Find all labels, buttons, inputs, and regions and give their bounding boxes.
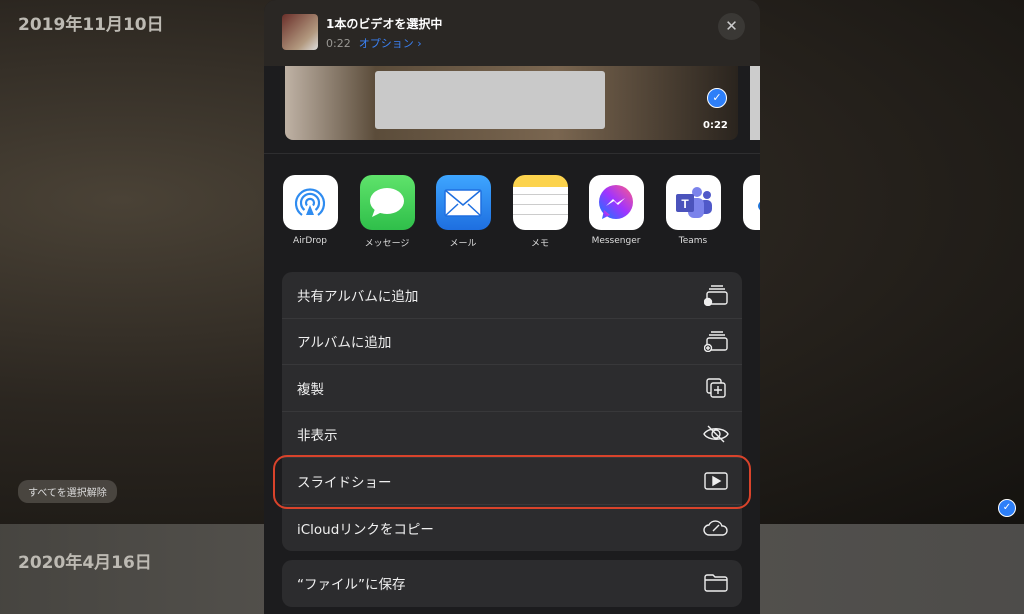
app-label: AirDrop (292, 236, 327, 246)
action-label: 複製 (297, 381, 324, 398)
app-label: Messenger (591, 236, 641, 246)
checkmark-icon[interactable]: ✓ (707, 88, 727, 108)
actions-group: 共有アルバムに追加 アルバムに追加 複製 非表示 スライドショー iCloudリ… (282, 272, 742, 551)
next-preview[interactable] (750, 66, 760, 140)
add-album-icon (703, 330, 729, 353)
action-add-album[interactable]: アルバムに追加 (282, 319, 742, 365)
options-link[interactable]: オプション › (359, 37, 422, 50)
app-label: メッセージ (364, 239, 410, 249)
app-label: On (740, 236, 760, 246)
action-add-shared-album[interactable]: 共有アルバムに追加 (282, 272, 742, 319)
app-label: メモ (530, 239, 549, 249)
app-airdrop[interactable]: AirDrop (280, 175, 340, 246)
messages-icon (359, 175, 415, 230)
action-label: アルバムに追加 (297, 335, 392, 352)
app-messenger[interactable]: Messenger (586, 175, 646, 246)
video-duration: 0:22 (703, 120, 728, 131)
app-messages[interactable]: メッセージ (357, 175, 417, 249)
app-label: メール (449, 239, 477, 249)
date-header: 2020年4月16日 (18, 553, 152, 573)
video-duration: 0:22 (326, 37, 351, 50)
folder-icon (703, 572, 729, 594)
mail-icon (435, 175, 491, 230)
onedrive-icon (742, 175, 760, 230)
action-label: “ファイル”に保存 (297, 577, 406, 594)
app-notes[interactable]: メモ (510, 175, 570, 249)
video-preview[interactable]: ✓ 0:22 (285, 66, 738, 140)
teams-icon: T (665, 175, 721, 230)
airdrop-icon (282, 175, 338, 230)
app-onedrive[interactable]: On (740, 175, 760, 246)
date-header: 2019年11月10日 (18, 15, 164, 35)
actions-group-2: “ファイル”に保存 (282, 560, 742, 607)
icloud-link-icon (703, 517, 729, 539)
messenger-icon (588, 175, 644, 230)
action-hide[interactable]: 非表示 (282, 412, 742, 458)
video-thumbnail (282, 14, 318, 50)
action-label: 共有アルバムに追加 (297, 288, 419, 305)
checkmark-icon[interactable]: ✓ (998, 499, 1016, 517)
share-sheet: 1本のビデオを選択中 0:22 オプション › ✕ ✓ 0:22 AirDrop … (264, 0, 760, 614)
app-mail[interactable]: メール (433, 175, 493, 249)
close-icon[interactable]: ✕ (718, 13, 745, 40)
action-copy-icloud-link[interactable]: iCloudリンクをコピー (282, 505, 742, 552)
notes-icon (512, 175, 568, 230)
share-header: 1本のビデオを選択中 0:22 オプション › ✕ (264, 0, 760, 66)
divider (264, 153, 760, 154)
action-save-to-files[interactable]: “ファイル”に保存 (282, 560, 742, 607)
app-label: Teams (678, 236, 708, 246)
highlight-annotation (273, 455, 751, 509)
laptop-image (375, 71, 605, 129)
action-label: 非表示 (297, 428, 338, 445)
selection-title: 1本のビデオを選択中 (326, 17, 443, 31)
hide-eye-icon (703, 423, 729, 445)
deselect-all-button[interactable]: すべてを選択解除 (18, 480, 117, 503)
duplicate-icon (703, 377, 729, 399)
app-teams[interactable]: T Teams (663, 175, 723, 246)
svg-text:T: T (681, 197, 689, 211)
action-duplicate[interactable]: 複製 (282, 365, 742, 412)
shared-album-icon (703, 284, 729, 306)
action-label: iCloudリンクをコピー (297, 521, 434, 538)
